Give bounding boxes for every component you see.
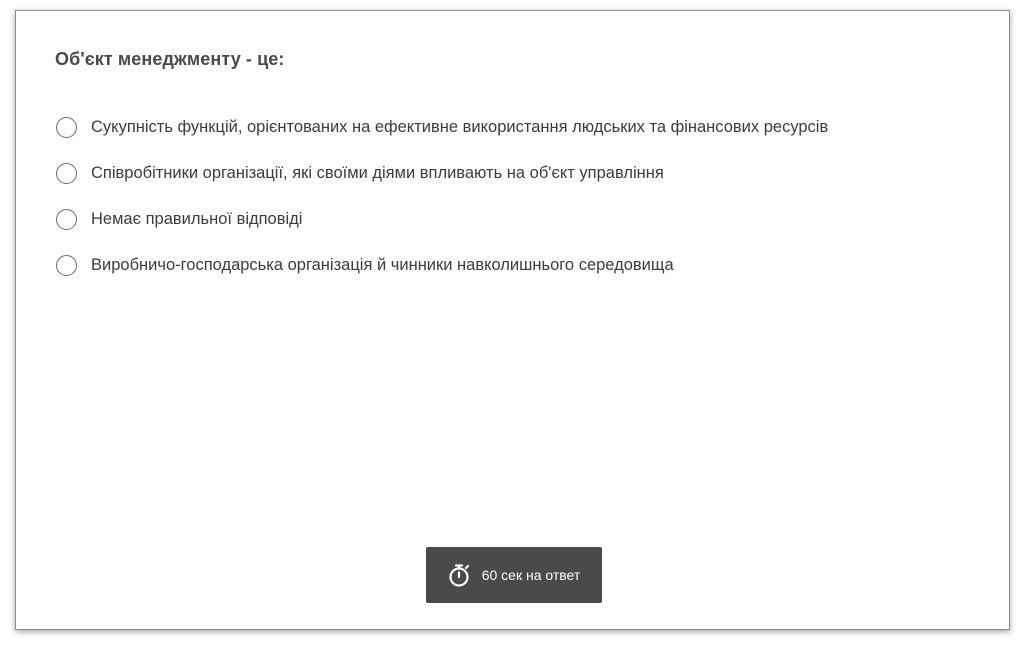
answer-timer: 60 сек на ответ — [426, 547, 602, 603]
answer-option[interactable]: Виробничо-господарська організація й чин… — [56, 242, 828, 288]
radio-button[interactable] — [56, 116, 77, 138]
radio-button[interactable] — [56, 254, 77, 276]
answer-option[interactable]: Співробітники організації, які своїми ді… — [56, 150, 828, 196]
answer-option-label[interactable]: Виробничо-господарська організація й чин… — [91, 256, 674, 275]
answer-option[interactable]: Сукупність функцій, орієнтованих на ефек… — [56, 104, 828, 150]
answer-option-label[interactable]: Немає правильної відповіді — [91, 210, 302, 229]
answer-option-label[interactable]: Сукупність функцій, орієнтованих на ефек… — [91, 118, 828, 137]
timer-label: 60 сек на ответ — [481, 567, 581, 583]
stopwatch-icon — [448, 562, 472, 588]
answer-option[interactable]: Немає правильної відповіді — [56, 196, 828, 242]
question-title: Об'єкт менеджменту - це: — [55, 49, 285, 69]
radio-button[interactable] — [56, 162, 77, 184]
radio-button[interactable] — [56, 208, 77, 230]
question-card: Об'єкт менеджменту - це: Сукупність функ… — [15, 10, 1010, 630]
answer-options: Сукупність функцій, орієнтованих на ефек… — [56, 104, 828, 288]
answer-option-label[interactable]: Співробітники організації, які своїми ді… — [91, 164, 664, 183]
